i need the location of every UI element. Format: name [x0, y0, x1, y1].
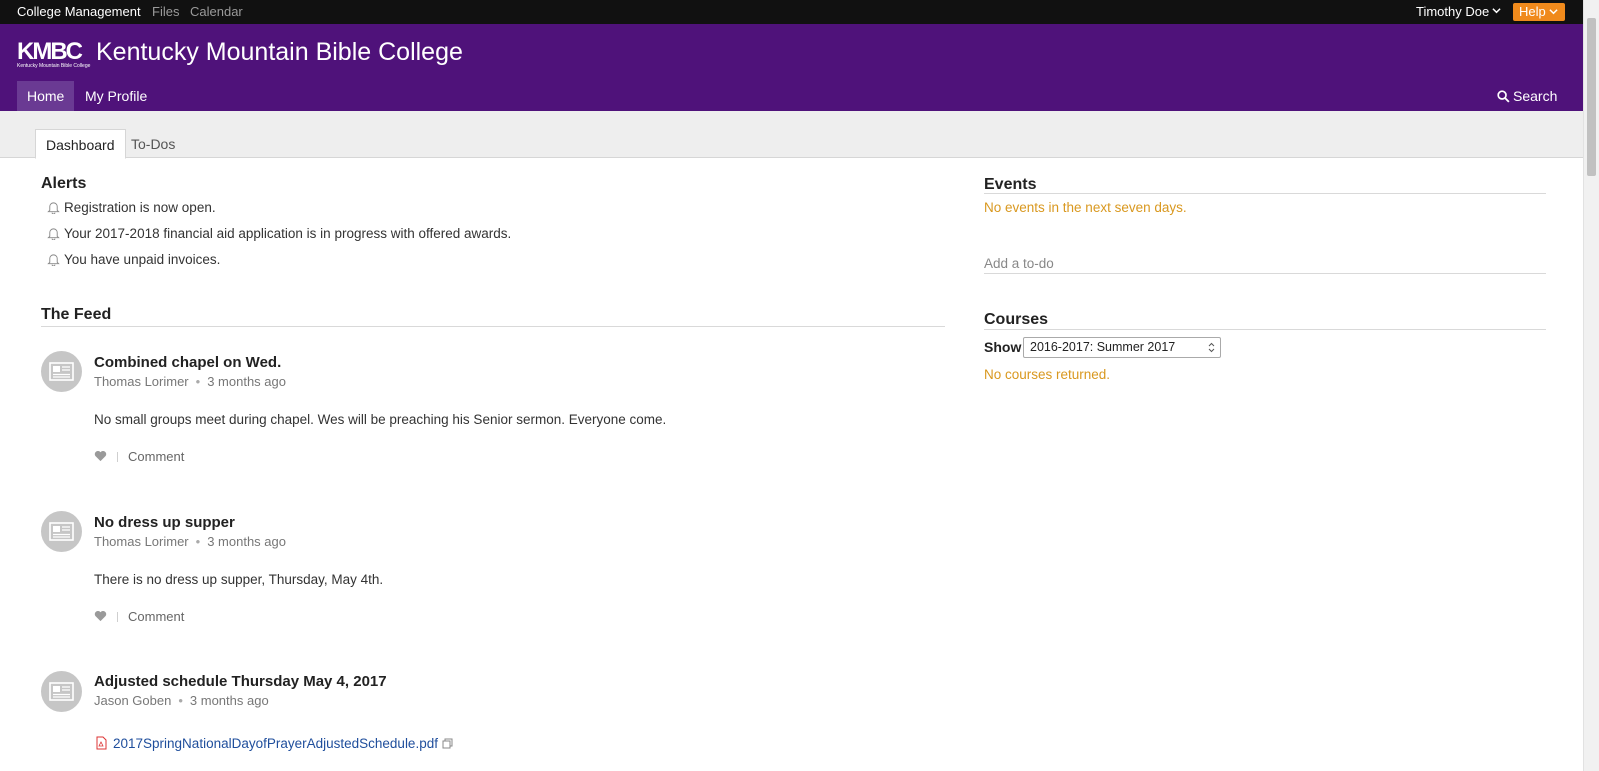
post-body: There is no dress up supper, Thursday, M…	[94, 572, 384, 587]
feed-divider	[41, 326, 945, 327]
page-scrollbar[interactable]	[1583, 0, 1599, 771]
post-author[interactable]: Thomas Lorimer	[94, 534, 189, 549]
newspaper-icon	[49, 522, 74, 541]
post-title[interactable]: Combined chapel on Wed.	[94, 354, 281, 371]
feed-heading: The Feed	[41, 306, 112, 323]
courses-divider	[984, 329, 1546, 330]
alerts-heading: Alerts	[41, 175, 87, 192]
nav-college-management[interactable]: College Management	[17, 4, 141, 19]
action-separator	[117, 612, 118, 622]
newspaper-icon	[49, 682, 74, 701]
user-menu[interactable]: Timothy Doe	[1416, 4, 1489, 19]
add-todo-input[interactable]	[984, 254, 1546, 274]
select-arrows-icon	[1208, 342, 1215, 353]
courses-empty-message: No courses returned.	[984, 367, 1111, 382]
post-meta: Jason Goben • 3 months ago	[94, 693, 269, 708]
heart-icon[interactable]	[94, 610, 107, 622]
search-icon	[1497, 90, 1510, 103]
term-select[interactable]: 2016-2017: Summer 2017	[1023, 337, 1221, 358]
help-button[interactable]: Help	[1513, 3, 1565, 21]
meta-separator: •	[195, 534, 201, 549]
bell-icon	[47, 228, 60, 240]
comment-link[interactable]: Comment	[128, 449, 184, 464]
tab-dashboard[interactable]: Dashboard	[35, 129, 126, 159]
post-title[interactable]: No dress up supper	[94, 514, 235, 531]
post-meta: Thomas Lorimer • 3 months ago	[94, 534, 286, 549]
news-avatar	[41, 351, 82, 392]
alert-text: Registration is now open.	[64, 200, 216, 215]
action-separator	[117, 452, 118, 462]
post-author[interactable]: Thomas Lorimer	[94, 374, 189, 389]
brand-header: KMBC Kentucky Mountain Bible College Ken…	[0, 24, 1583, 111]
post-time: 3 months ago	[207, 534, 286, 549]
scrollbar-thumb[interactable]	[1587, 18, 1596, 176]
show-label: Show	[984, 339, 1022, 355]
post-actions: Comment	[94, 449, 184, 464]
newspaper-icon	[49, 362, 74, 381]
meta-separator: •	[178, 693, 183, 708]
external-link-icon[interactable]	[442, 738, 453, 749]
attachment-link[interactable]: 2017SpringNationalDayofPrayerAdjustedSch…	[96, 736, 453, 751]
events-empty-message: No events in the next seven days.	[984, 200, 1187, 215]
alert-item[interactable]: You have unpaid invoices.	[47, 252, 220, 267]
search-label: Search	[1513, 88, 1558, 104]
courses-heading: Courses	[984, 311, 1049, 328]
post-body: No small groups meet during chapel. Wes …	[94, 412, 667, 427]
post-title[interactable]: Adjusted schedule Thursday May 4, 2017	[94, 673, 387, 690]
news-avatar	[41, 671, 82, 712]
search-link[interactable]: Search	[1497, 88, 1557, 104]
alert-item[interactable]: Registration is now open.	[47, 200, 216, 215]
tab-todos[interactable]: To-Dos	[121, 129, 185, 159]
attachment-filename: 2017SpringNationalDayofPrayerAdjustedSch…	[113, 736, 438, 751]
post-time: 3 months ago	[189, 693, 269, 708]
events-heading: Events	[984, 176, 1037, 193]
comment-link[interactable]: Comment	[128, 609, 184, 624]
nav-my-profile[interactable]: My Profile	[75, 81, 157, 111]
top-utility-bar: College Management Files Calendar Timoth…	[0, 0, 1583, 24]
bell-icon	[47, 202, 60, 214]
nav-calendar[interactable]: Calendar	[190, 4, 243, 19]
logo-mark: KMBC	[17, 38, 83, 65]
nav-home[interactable]: Home	[17, 81, 75, 111]
site-title[interactable]: Kentucky Mountain Bible College	[96, 38, 463, 67]
logo-subtitle: Kentucky Mountain Bible College	[17, 63, 91, 69]
bell-icon	[47, 254, 60, 266]
alert-text: Your 2017-2018 financial aid application…	[64, 226, 512, 241]
term-select-value: 2016-2017: Summer 2017	[1030, 340, 1176, 354]
post-meta: Thomas Lorimer • 3 months ago	[94, 374, 286, 389]
chevron-down-icon	[1549, 9, 1558, 15]
dashboard-tabs: Dashboard To-Dos	[0, 111, 1583, 159]
nav-files[interactable]: Files	[152, 4, 179, 19]
chevron-down-icon[interactable]	[1492, 6, 1501, 15]
meta-separator: •	[195, 374, 201, 389]
alert-text: You have unpaid invoices.	[64, 252, 221, 267]
events-divider	[984, 193, 1546, 194]
post-actions: Comment	[94, 609, 184, 624]
college-logo[interactable]: KMBC Kentucky Mountain Bible College	[17, 38, 91, 70]
alert-item[interactable]: Your 2017-2018 financial aid application…	[47, 226, 511, 241]
pdf-file-icon	[96, 736, 107, 750]
post-time: 3 months ago	[207, 374, 286, 389]
help-label: Help	[1519, 4, 1546, 19]
heart-icon[interactable]	[94, 450, 107, 462]
news-avatar	[41, 511, 82, 552]
post-author[interactable]: Jason Goben	[94, 693, 171, 708]
